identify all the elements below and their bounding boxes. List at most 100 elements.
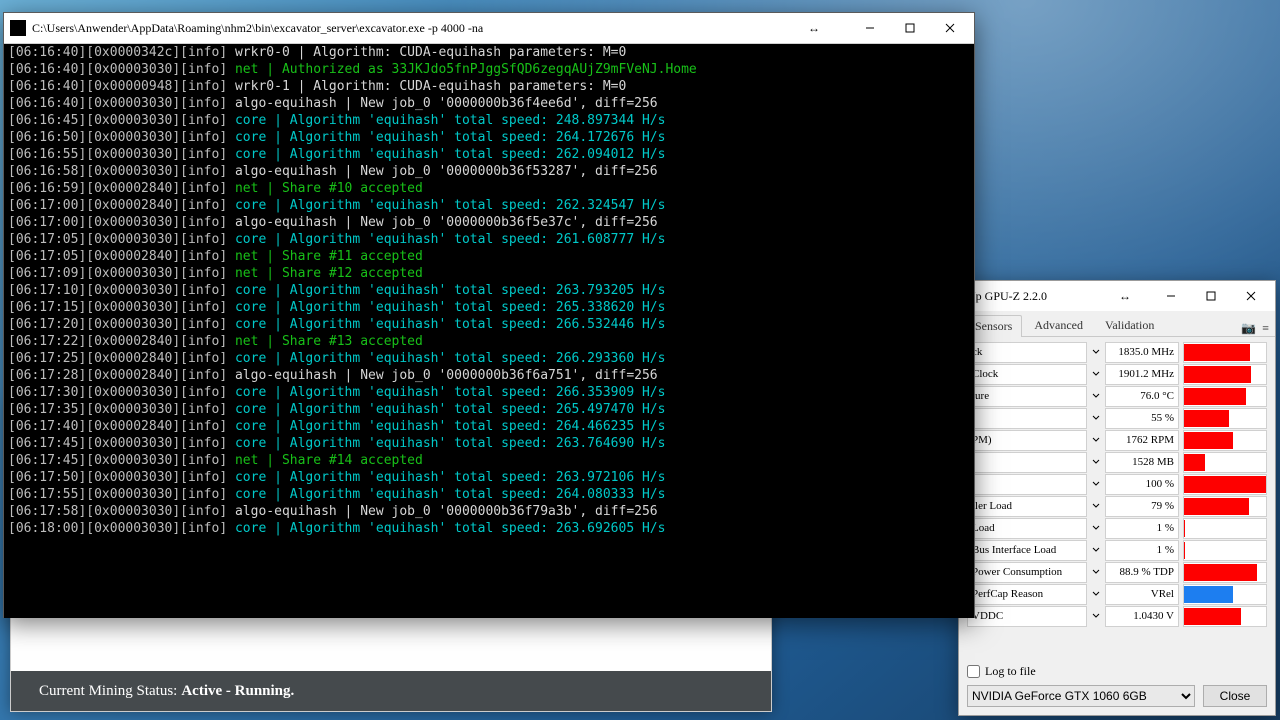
sensor-row[interactable]: PM) 1762 RPM bbox=[967, 429, 1267, 451]
sensor-row[interactable]: ck1835.0 MHz bbox=[967, 341, 1267, 363]
camera-icon[interactable]: 📷 bbox=[1241, 321, 1256, 336]
sensor-value: 1 % bbox=[1105, 540, 1179, 561]
sensor-bar bbox=[1183, 496, 1267, 517]
sensor-row[interactable]: Power Consumption88.9 % TDP bbox=[967, 561, 1267, 583]
sensor-row[interactable]: 1528 MB bbox=[967, 451, 1267, 473]
sensor-bar bbox=[1183, 518, 1267, 539]
log-line: [06:16:40][0x00000948][info] wrkr0-1 | A… bbox=[8, 78, 970, 95]
chevron-down-icon[interactable] bbox=[1091, 521, 1101, 536]
console-window[interactable]: C:\Users\Anwender\AppData\Roaming\nhm2\b… bbox=[3, 12, 975, 618]
log-line: [06:16:40][0x00003030][info] net | Autho… bbox=[8, 61, 970, 78]
sensor-value: 1762 RPM bbox=[1105, 430, 1179, 451]
log-line: [06:17:45][0x00003030][info] core | Algo… bbox=[8, 435, 970, 452]
sensor-value: 1835.0 MHz bbox=[1105, 342, 1179, 363]
gpuz-title-text: Up GPU-Z 2.2.0 bbox=[967, 289, 1119, 304]
console-title-text: C:\Users\Anwender\AppData\Roaming\nhm2\b… bbox=[32, 21, 808, 36]
gpuz-tabs: Sensors Advanced Validation 📷 ≡ bbox=[959, 311, 1275, 337]
tab-validation[interactable]: Validation bbox=[1095, 314, 1164, 336]
sensor-bar bbox=[1183, 408, 1267, 429]
sensor-value: 1901.2 MHz bbox=[1105, 364, 1179, 385]
sensor-name: PerfCap Reason bbox=[967, 584, 1087, 605]
maximize-button[interactable] bbox=[890, 16, 930, 40]
log-line: [06:17:30][0x00003030][info] core | Algo… bbox=[8, 384, 970, 401]
gpuz-close-button[interactable]: Close bbox=[1203, 685, 1267, 707]
log-line: [06:16:40][0x0000342c][info] wrkr0-0 | A… bbox=[8, 44, 970, 61]
log-line: [06:16:40][0x00003030][info] algo-equiha… bbox=[8, 95, 970, 112]
sensor-bar bbox=[1183, 584, 1267, 605]
chevron-down-icon[interactable] bbox=[1091, 367, 1101, 382]
chevron-down-icon[interactable] bbox=[1091, 455, 1101, 470]
chevron-down-icon[interactable] bbox=[1091, 609, 1101, 624]
sensor-row[interactable]: VDDC1.0430 V bbox=[967, 605, 1267, 627]
sensor-bar bbox=[1183, 342, 1267, 363]
sensor-value: 1.0430 V bbox=[1105, 606, 1179, 627]
menu-icon[interactable]: ≡ bbox=[1262, 321, 1269, 336]
chevron-down-icon[interactable] bbox=[1091, 345, 1101, 360]
log-line: [06:17:40][0x00002840][info] core | Algo… bbox=[8, 418, 970, 435]
log-line: [06:17:25][0x00002840][info] core | Algo… bbox=[8, 350, 970, 367]
title-arrow-icon: ↔ bbox=[1119, 289, 1131, 304]
sensor-name: PM) bbox=[967, 430, 1087, 451]
console-titlebar[interactable]: C:\Users\Anwender\AppData\Roaming\nhm2\b… bbox=[4, 13, 974, 44]
sensor-row[interactable]: ture76.0 °C bbox=[967, 385, 1267, 407]
sensor-row[interactable]: 55 % bbox=[967, 407, 1267, 429]
minimize-button[interactable] bbox=[1151, 284, 1191, 308]
log-line: [06:17:58][0x00003030][info] algo-equiha… bbox=[8, 503, 970, 520]
gpuz-window[interactable]: Up GPU-Z 2.2.0 ↔ Sensors Advanced Valida… bbox=[958, 280, 1276, 716]
sensor-bar bbox=[1183, 386, 1267, 407]
log-line: [06:17:50][0x00003030][info] core | Algo… bbox=[8, 469, 970, 486]
maximize-button[interactable] bbox=[1191, 284, 1231, 308]
log-line: [06:18:00][0x00003030][info] core | Algo… bbox=[8, 520, 970, 537]
chevron-down-icon[interactable] bbox=[1091, 389, 1101, 404]
chevron-down-icon[interactable] bbox=[1091, 477, 1101, 492]
sensor-value: 100 % bbox=[1105, 474, 1179, 495]
tab-advanced[interactable]: Advanced bbox=[1024, 314, 1093, 336]
chevron-down-icon[interactable] bbox=[1091, 499, 1101, 514]
minimize-button[interactable] bbox=[850, 16, 890, 40]
sensor-row[interactable]: 100 % bbox=[967, 473, 1267, 495]
sensor-value: 1 % bbox=[1105, 518, 1179, 539]
gpuz-titlebar[interactable]: Up GPU-Z 2.2.0 ↔ bbox=[959, 281, 1275, 311]
log-line: [06:17:20][0x00003030][info] core | Algo… bbox=[8, 316, 970, 333]
chevron-down-icon[interactable] bbox=[1091, 433, 1101, 448]
chevron-down-icon[interactable] bbox=[1091, 565, 1101, 580]
close-button[interactable] bbox=[1231, 284, 1271, 308]
sensor-value: 76.0 °C bbox=[1105, 386, 1179, 407]
gpu-select[interactable]: NVIDIA GeForce GTX 1060 6GB bbox=[967, 685, 1195, 707]
sensor-row[interactable]: Clock 1901.2 MHz bbox=[967, 363, 1267, 385]
log-line: [06:17:10][0x00003030][info] core | Algo… bbox=[8, 282, 970, 299]
log-line: [06:17:00][0x00002840][info] core | Algo… bbox=[8, 197, 970, 214]
log-line: [06:16:58][0x00003030][info] algo-equiha… bbox=[8, 163, 970, 180]
log-to-file-label: Log to file bbox=[985, 664, 1036, 679]
sensor-name bbox=[967, 474, 1087, 495]
log-line: [06:16:45][0x00003030][info] core | Algo… bbox=[8, 112, 970, 129]
log-line: [06:17:15][0x00003030][info] core | Algo… bbox=[8, 299, 970, 316]
sensor-bar bbox=[1183, 430, 1267, 451]
sensor-name bbox=[967, 452, 1087, 473]
chevron-down-icon[interactable] bbox=[1091, 543, 1101, 558]
close-button[interactable] bbox=[930, 16, 970, 40]
sensor-row[interactable]: Load 1 % bbox=[967, 517, 1267, 539]
chevron-down-icon[interactable] bbox=[1091, 411, 1101, 426]
sensor-name: Clock bbox=[967, 364, 1087, 385]
log-to-file-checkbox[interactable] bbox=[967, 665, 980, 678]
console-output[interactable]: [06:16:40][0x0000342c][info] wrkr0-0 | A… bbox=[4, 44, 974, 618]
sensor-value: 79 % bbox=[1105, 496, 1179, 517]
log-line: [06:17:00][0x00003030][info] algo-equiha… bbox=[8, 214, 970, 231]
sensor-row[interactable]: Bus Interface Load 1 % bbox=[967, 539, 1267, 561]
sensor-row[interactable]: PerfCap Reason VRel bbox=[967, 583, 1267, 605]
sensor-row[interactable]: ller Load 79 % bbox=[967, 495, 1267, 517]
sensor-value: VRel bbox=[1105, 584, 1179, 605]
sensors-list: ck1835.0 MHzClock 1901.2 MHzture76.0 °C55… bbox=[959, 337, 1275, 631]
sensor-name: Bus Interface Load bbox=[967, 540, 1087, 561]
sensor-name: Load bbox=[967, 518, 1087, 539]
sensor-bar bbox=[1183, 474, 1267, 495]
log-line: [06:16:59][0x00002840][info] net | Share… bbox=[8, 180, 970, 197]
console-icon bbox=[10, 20, 26, 36]
status-value: Active - Running. bbox=[181, 683, 294, 700]
log-line: [06:17:05][0x00002840][info] net | Share… bbox=[8, 248, 970, 265]
sensor-name: ller Load bbox=[967, 496, 1087, 517]
sensor-value: 1528 MB bbox=[1105, 452, 1179, 473]
chevron-down-icon[interactable] bbox=[1091, 587, 1101, 602]
log-to-file-row[interactable]: Log to file bbox=[967, 664, 1267, 679]
